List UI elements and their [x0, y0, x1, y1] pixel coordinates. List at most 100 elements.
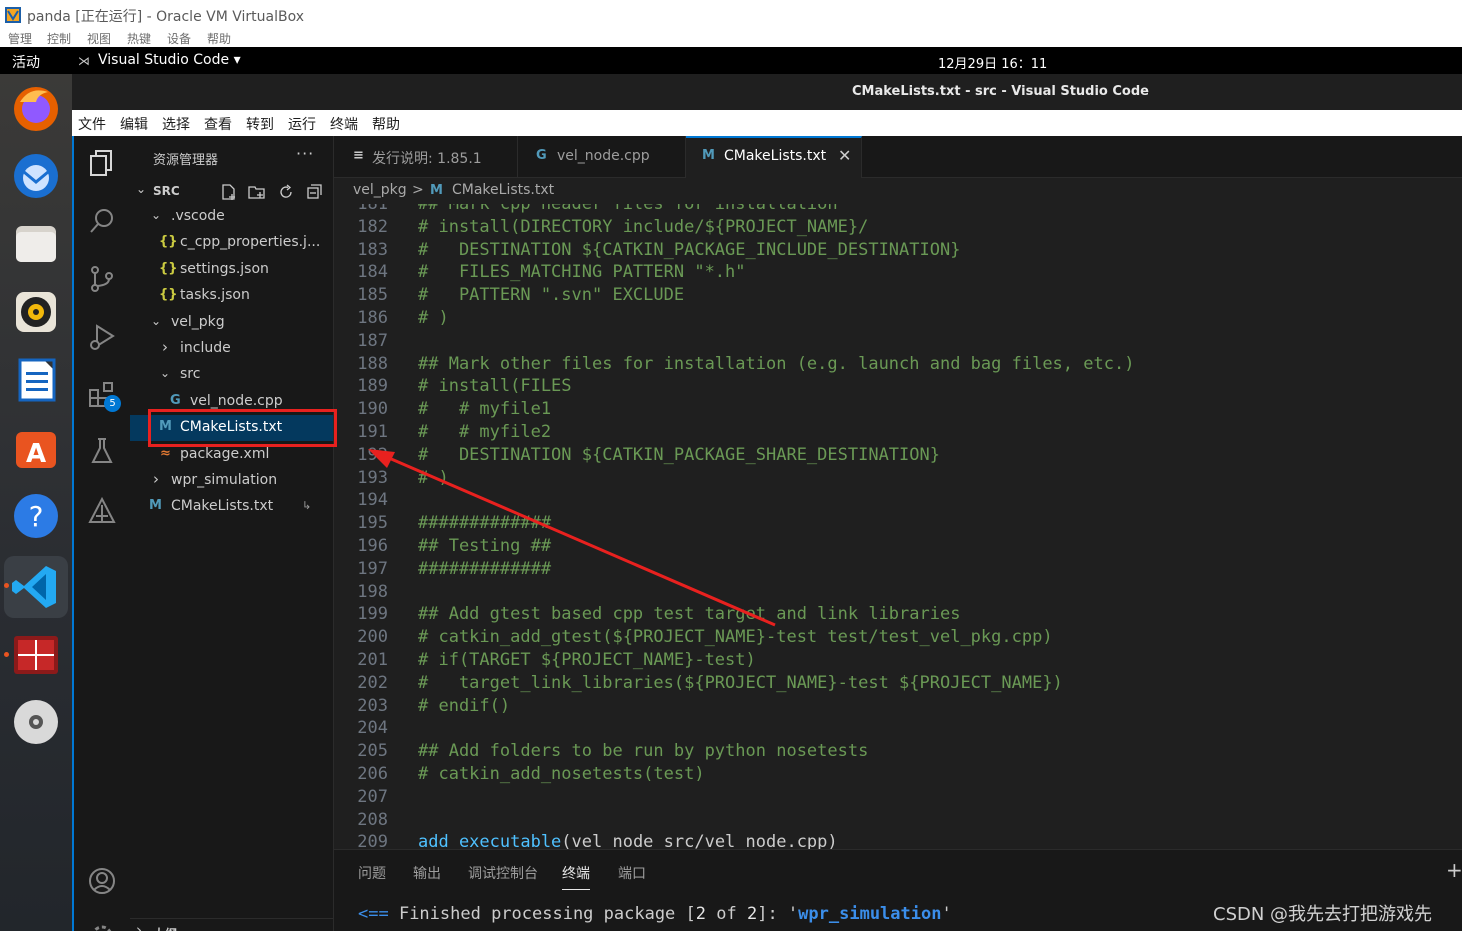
- more-actions-icon[interactable]: ···: [296, 144, 314, 163]
- terminator-icon[interactable]: [10, 630, 62, 682]
- release-notes-icon: ≡: [353, 148, 364, 163]
- menu-terminal[interactable]: 终端: [330, 114, 358, 134]
- libreoffice-writer-icon[interactable]: [10, 354, 62, 406]
- menu-edit[interactable]: 编辑: [120, 114, 148, 134]
- tree-file-c-cpp-properties[interactable]: {} c_cpp_properties.j...: [130, 230, 333, 256]
- outline-section[interactable]: › 大纲: [130, 918, 333, 931]
- run-debug-icon[interactable]: [87, 322, 117, 352]
- json-file-icon: {}: [159, 287, 178, 302]
- tree-folder-src[interactable]: ⌄ src: [130, 362, 333, 388]
- outline-label: 大纲: [153, 925, 177, 931]
- tree-label: src: [180, 366, 201, 382]
- code-editor[interactable]: 181 ## Mark cpp header files for installa…: [334, 204, 1462, 849]
- search-icon[interactable]: [87, 206, 117, 236]
- explorer-root[interactable]: ⌄ SRC: [130, 178, 333, 204]
- clock[interactable]: 12月29日 16：11: [938, 53, 1047, 72]
- vb-menu-view[interactable]: 视图: [87, 30, 111, 47]
- breadcrumb-folder[interactable]: vel_pkg: [353, 182, 407, 198]
- json-file-icon: {}: [159, 234, 178, 249]
- activities-button[interactable]: 活动: [12, 52, 40, 72]
- help-icon[interactable]: ?: [10, 490, 62, 542]
- panel-tab-problems[interactable]: 问题: [358, 863, 386, 883]
- vb-menu-control[interactable]: 控制: [47, 30, 71, 47]
- app-menu[interactable]: Visual Studio Code ▾: [98, 52, 241, 68]
- vscode-icon[interactable]: [4, 556, 68, 618]
- editor-tabs: ≡ 发行说明: 1.85.1 G vel_node.cpp M CMakeLis…: [334, 136, 1462, 178]
- menu-selection[interactable]: 选择: [162, 114, 190, 134]
- firefox-icon[interactable]: [10, 82, 62, 134]
- csdn-watermark: CSDN @我先去打把游戏先: [1213, 904, 1433, 925]
- tree-label: tasks.json: [180, 287, 250, 303]
- refresh-icon[interactable]: [277, 183, 295, 201]
- tree-file-settings[interactable]: {} settings.json: [130, 257, 333, 283]
- testing-icon[interactable]: [87, 436, 117, 466]
- vb-menu-manage[interactable]: 管理: [8, 30, 32, 47]
- ros-icon[interactable]: [87, 496, 117, 526]
- terminal-output-line: <== Finished processing package [2 of 2]…: [358, 904, 952, 924]
- panel-tab-debug-console[interactable]: 调试控制台: [468, 863, 538, 883]
- tab-label: CMakeLists.txt: [724, 148, 827, 164]
- files-icon[interactable]: [10, 218, 62, 270]
- cpp-file-icon: G: [170, 393, 181, 408]
- code-line: # PATTERN ".svn" EXCLUDE: [418, 285, 685, 306]
- collapse-all-icon[interactable]: [306, 183, 324, 201]
- vscode-window-title: CMakeLists.txt - src - Visual Studio Cod…: [852, 84, 1149, 99]
- dvd-icon[interactable]: [10, 696, 62, 748]
- rhythmbox-icon[interactable]: [10, 286, 62, 338]
- new-terminal-icon[interactable]: +: [1446, 858, 1462, 882]
- line-number: 191: [357, 422, 388, 442]
- tree-label: c_cpp_properties.j...: [180, 234, 321, 250]
- close-icon[interactable]: ✕: [838, 146, 851, 165]
- cmake-file-icon: M: [430, 183, 443, 198]
- panel-tab-ports[interactable]: 端口: [618, 863, 646, 883]
- code-line: # target_link_libraries(${PROJECT_NAME}-…: [418, 672, 1063, 693]
- virtualbox-logo-icon: [5, 7, 21, 23]
- vb-menu-help[interactable]: 帮助: [207, 30, 231, 47]
- dock: A ?: [0, 74, 72, 931]
- source-control-icon[interactable]: [87, 264, 117, 294]
- breadcrumb: vel_pkg > M CMakeLists.txt: [334, 178, 1462, 204]
- tree-folder-vscode[interactable]: ⌄ .vscode: [130, 204, 333, 230]
- tree-label: vel_node.cpp: [190, 393, 283, 409]
- vscode-small-icon: ⋊: [78, 54, 90, 68]
- tree-file-tasks[interactable]: {} tasks.json: [130, 283, 333, 309]
- menu-help[interactable]: 帮助: [372, 114, 400, 134]
- breadcrumb-file[interactable]: CMakeLists.txt: [452, 182, 554, 198]
- new-folder-icon[interactable]: [248, 183, 266, 201]
- tree-label: include: [180, 340, 231, 356]
- menu-file[interactable]: 文件: [78, 114, 106, 134]
- tree-label: .vscode: [171, 208, 225, 224]
- code-line: # catkin_add_gtest(${PROJECT_NAME}-test …: [418, 627, 1053, 648]
- terminal-text: of: [706, 904, 747, 924]
- vb-menu-devices[interactable]: 设备: [167, 30, 191, 47]
- vb-menu-hotkeys[interactable]: 热键: [127, 30, 151, 47]
- root-label: SRC: [153, 184, 180, 198]
- gear-icon[interactable]: [87, 921, 117, 931]
- app-center-icon[interactable]: A: [10, 422, 62, 474]
- code-line: ## Add gtest based cpp test target and l…: [418, 604, 961, 625]
- tree-file-root-cmakelists[interactable]: M CMakeLists.txt ↳: [130, 494, 333, 520]
- tab-release-notes[interactable]: ≡ 发行说明: 1.85.1: [334, 136, 518, 178]
- tree-folder-vel-pkg[interactable]: ⌄ vel_pkg: [130, 310, 333, 336]
- line-number: 192: [357, 444, 388, 465]
- tab-vel-node-cpp[interactable]: G vel_node.cpp: [518, 136, 686, 178]
- tree-folder-include[interactable]: › include: [130, 336, 333, 362]
- chevron-down-icon: ⌄: [151, 208, 162, 222]
- running-indicator: [4, 583, 9, 588]
- menu-view[interactable]: 查看: [204, 114, 232, 134]
- tree-folder-wpr-simulation[interactable]: › wpr_simulation: [130, 468, 333, 494]
- symlink-icon: ↳: [302, 499, 312, 512]
- tab-cmakelists-active[interactable]: M CMakeLists.txt ✕: [686, 136, 862, 178]
- menu-go[interactable]: 转到: [246, 114, 274, 134]
- line-number: 204: [357, 718, 388, 739]
- explorer-icon[interactable]: [87, 148, 117, 178]
- account-icon[interactable]: [87, 866, 117, 896]
- panel-tab-output[interactable]: 输出: [413, 863, 441, 883]
- code-line: # # myfile2: [418, 422, 552, 442]
- line-number: 186: [357, 308, 388, 328]
- panel-tab-terminal[interactable]: 终端: [562, 863, 590, 890]
- menu-run[interactable]: 运行: [288, 114, 316, 134]
- new-file-icon[interactable]: [220, 183, 238, 201]
- tree-label: settings.json: [180, 261, 269, 277]
- thunderbird-icon[interactable]: [10, 150, 62, 202]
